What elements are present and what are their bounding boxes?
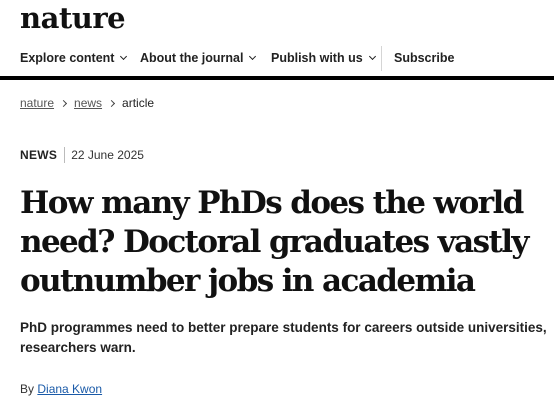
- subscribe-link[interactable]: Subscribe: [394, 51, 454, 65]
- article-date: 22 June 2025: [71, 148, 144, 162]
- byline: By Diana Kwon: [20, 382, 102, 396]
- meta-divider: [64, 147, 66, 163]
- nav-publish-with-us[interactable]: Publish with us: [271, 51, 376, 65]
- byline-prefix: By: [20, 382, 35, 396]
- nav-explore-content[interactable]: Explore content: [20, 51, 128, 65]
- author-link[interactable]: Diana Kwon: [37, 382, 102, 396]
- nav-item-label: About the journal: [140, 51, 244, 65]
- breadcrumb-current: article: [122, 96, 155, 110]
- article-standfirst: PhD programmes need to better prepare st…: [20, 320, 547, 355]
- nav-divider: [381, 46, 382, 71]
- chevron-down-icon: [368, 52, 376, 61]
- chevron-right-icon: [59, 99, 68, 107]
- nav-item-label: Publish with us: [271, 51, 363, 65]
- chevron-down-icon: [249, 52, 257, 61]
- nav-item-label: Explore content: [20, 51, 115, 65]
- nav-about-journal[interactable]: About the journal: [140, 51, 257, 65]
- article-meta: NEWS 22 June 2025: [20, 147, 144, 163]
- nature-logo[interactable]: nature: [20, 0, 126, 36]
- chevron-down-icon: [120, 52, 128, 61]
- breadcrumb-news[interactable]: news: [74, 96, 102, 110]
- breadcrumb-nature[interactable]: nature: [20, 96, 54, 110]
- article-type: NEWS: [20, 148, 58, 162]
- chevron-right-icon: [108, 99, 116, 107]
- breadcrumb: nature news article: [20, 96, 154, 110]
- main-nav: Explore content About the journal Publis…: [0, 40, 554, 80]
- article-title: How many PhDs does the world need? Docto…: [20, 185, 529, 299]
